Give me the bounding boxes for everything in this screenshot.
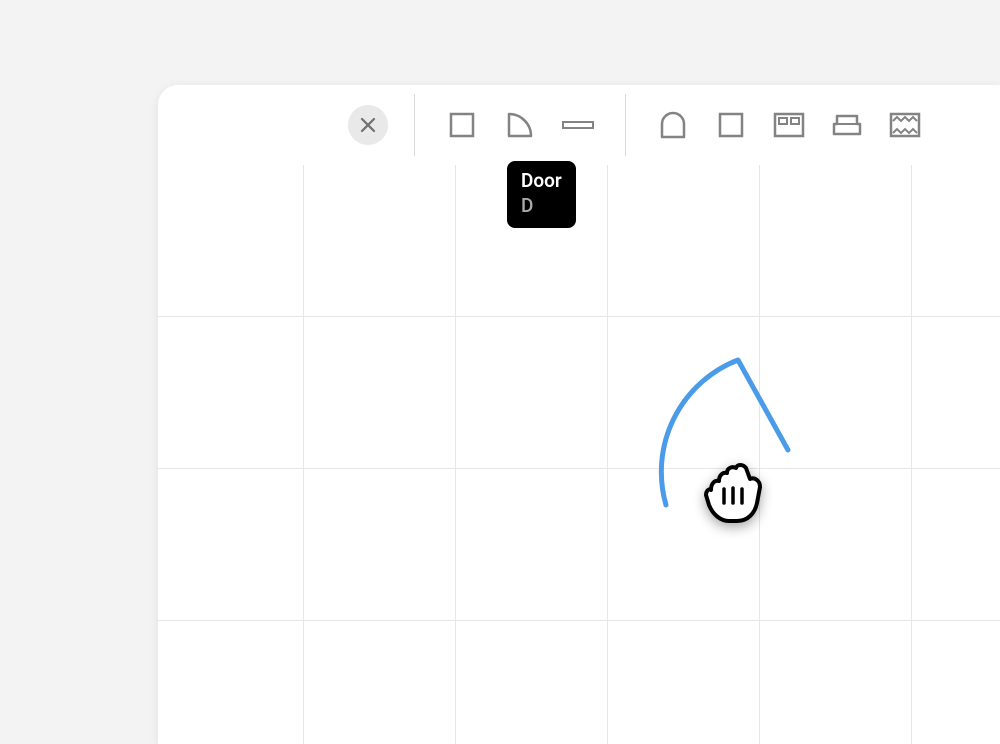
window-icon: [561, 119, 595, 131]
tooltip-shortcut: D: [521, 194, 562, 219]
arch-tool-button[interactable]: [648, 100, 698, 150]
toolbar-divider: [414, 94, 415, 156]
room-icon: [717, 111, 745, 139]
room-tool-button[interactable]: [706, 100, 756, 150]
square-tool-button[interactable]: [437, 100, 487, 150]
zigzag-tool-button[interactable]: [880, 100, 930, 150]
sofa-icon: [831, 111, 863, 139]
zigzag-icon: [889, 111, 921, 139]
tooltip-title: Door: [521, 169, 562, 194]
toolbar: [158, 85, 1000, 165]
canvas-area[interactable]: [158, 165, 1000, 744]
grab-cursor-icon: [693, 455, 773, 530]
door-icon: [505, 110, 535, 140]
canvas-grid: [158, 165, 1000, 744]
door-tool-button[interactable]: [495, 100, 545, 150]
window-tool-button[interactable]: [553, 100, 603, 150]
square-icon: [448, 111, 476, 139]
cabinet-tool-button[interactable]: [764, 100, 814, 150]
door-tooltip: Door D: [507, 161, 576, 228]
close-icon: [359, 116, 377, 134]
toolbar-divider: [625, 94, 626, 156]
cabinet-icon: [773, 111, 805, 139]
app-window: Door D: [158, 85, 1000, 744]
sofa-tool-button[interactable]: [822, 100, 872, 150]
arch-icon: [658, 110, 688, 140]
close-button[interactable]: [348, 105, 388, 145]
